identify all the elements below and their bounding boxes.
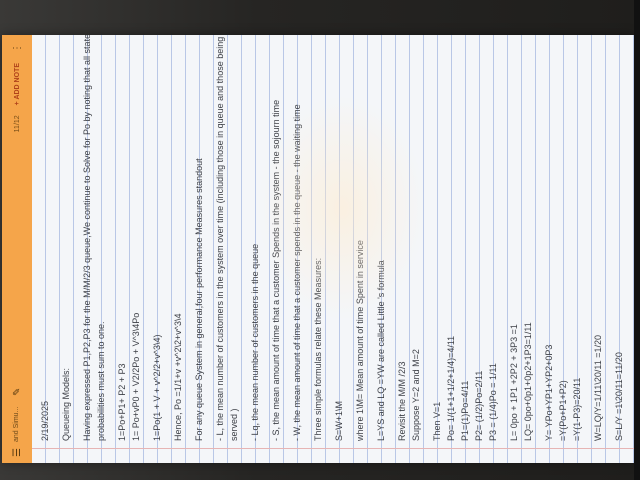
note-line: P3 = (1/4)Po = 1/11 <box>488 363 498 441</box>
note-line: - Lq, the mean number of customers in th… <box>250 243 260 441</box>
note-line: =Y(Po+P1+P2) <box>558 380 568 441</box>
note-line: Three simple formulas relate these Measu… <box>313 257 323 441</box>
note-line: 1=Po+P1+ P2 + P3 <box>117 363 127 441</box>
add-note-button[interactable]: + ADD NOTE <box>14 63 21 105</box>
pencil-icon[interactable]: ✎ <box>12 388 23 396</box>
note-line: S=L/Y =1\20/11=11/20 <box>614 352 624 441</box>
note-line: where 1\M= Mean amount of time Spent in … <box>355 240 365 441</box>
note-line: L=YS and LQ =YW are called Little 's for… <box>376 260 386 441</box>
note-line: Queueing Models: <box>61 367 71 441</box>
note-line: W=LQ/Y=1/11\20/11 =1/20 <box>593 335 603 441</box>
note-line: served ) <box>229 408 239 441</box>
note-line: Hence, Po =1/1+v +v^2\2+v^3\4 <box>173 313 183 441</box>
note-line: L= 0po + 1P1 +2P2 + 3P3 =1 <box>509 324 519 441</box>
note-line: For any queue System in general,four per… <box>194 158 204 441</box>
hamburger-icon[interactable]: ☰ <box>12 448 23 457</box>
note-title[interactable]: and Simu... <box>13 402 21 442</box>
note-line: Po= 1/(1+1+1/2+1/4)=4/11 <box>446 335 456 441</box>
tablet-bezel <box>634 0 640 480</box>
tablet-screen: ☰ and Simu... ✎ 11/12 + ADD NOTE ⋮ 2/19/… <box>2 35 634 463</box>
note-text: 2/19/2025 Queueing Models: Having expresse… <box>38 35 634 441</box>
note-line: - S, the mean amount of time that a cust… <box>271 99 281 441</box>
note-line: 1=Po(1 + V + v^2/2+v^3\4) <box>152 334 162 441</box>
note-line: Suppose Y=2 and M=2 <box>411 349 421 441</box>
note-line: - W, the mean amount of time that a cust… <box>292 104 302 441</box>
photo-scene: ☰ and Simu... ✎ 11/12 + ADD NOTE ⋮ 2/19/… <box>0 0 640 480</box>
note-line: =Y(1-P3)=20/11 <box>572 377 582 441</box>
app-toolbar: ☰ and Simu... ✎ 11/12 + ADD NOTE ⋮ <box>2 35 32 463</box>
page-indicator: 11/12 <box>13 115 21 133</box>
note-line: probabilities must sum to one. <box>96 321 106 441</box>
note-line: 2/19/2025 <box>40 400 50 441</box>
note-line: P1=(1)Po=4/11 <box>460 380 470 441</box>
more-vertical-icon[interactable]: ⋮ <box>12 43 23 53</box>
note-line: S=W+1\M <box>334 400 344 441</box>
note-line: LQ= 0po+0p1+0p2+1P3=1/11 <box>523 322 533 441</box>
note-line: P2= (1/2)Po=2/11 <box>474 370 484 441</box>
note-line: - L, the mean number of customers in the… <box>215 36 225 441</box>
note-line: Y= YPo+YP1+YP2+0P3 <box>544 344 554 441</box>
lined-note-page[interactable]: 2/19/2025 Queueing Models: Having expresse… <box>32 35 634 463</box>
note-line: Then V=1 <box>432 401 442 441</box>
note-line: 1= Po+vP0 + V2/2Po + V^3\4Po <box>131 312 141 441</box>
note-line: Revisit the M/M /2/3 <box>397 361 407 441</box>
note-line: Having expressed P1,P2,P3 for the M/M/2/… <box>82 35 92 441</box>
